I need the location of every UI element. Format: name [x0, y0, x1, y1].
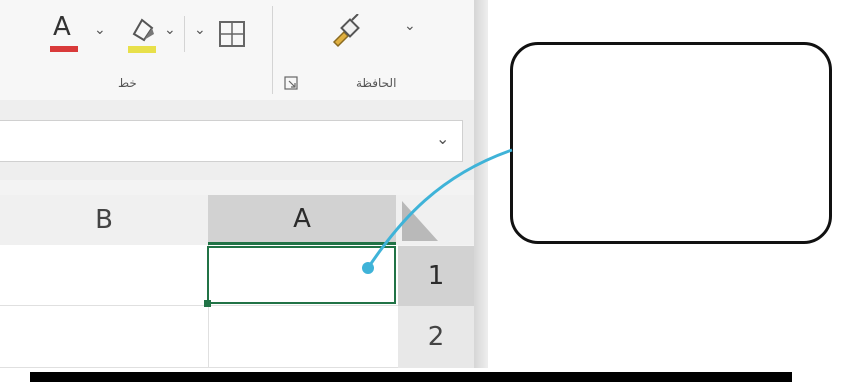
font-color-letter: A	[53, 12, 71, 42]
highlight-icon	[132, 18, 154, 42]
expand-formula-bar-icon[interactable]: ⌄	[436, 129, 449, 148]
column-header-b[interactable]: B	[0, 195, 208, 245]
highlight-swatch	[128, 46, 156, 53]
dialog-launcher-icon[interactable]	[284, 76, 298, 90]
window-edge	[474, 0, 488, 368]
bottom-rule	[30, 372, 792, 382]
border-icon[interactable]	[218, 20, 246, 48]
fill-handle[interactable]	[204, 300, 211, 307]
chevron-down-icon[interactable]: ⌄	[404, 18, 416, 34]
column-header-a[interactable]: A	[208, 195, 396, 245]
highlight-button[interactable]	[124, 14, 158, 56]
font-group-label: خط	[118, 76, 137, 90]
group-separator	[272, 6, 273, 94]
active-cell-a1[interactable]	[207, 246, 396, 304]
formula-area: ⌄	[0, 100, 474, 180]
row-header-2[interactable]: 2	[398, 306, 474, 368]
select-all-icon	[402, 201, 438, 241]
callout-box	[510, 42, 832, 244]
formula-bar[interactable]: ⌄	[0, 120, 463, 162]
font-color-swatch	[50, 46, 78, 52]
border-dropdown-icon[interactable]: ⌄	[194, 22, 206, 38]
ribbon: A ⌄ ⌄ ⌄ خط ⌄ الحافظة	[0, 0, 474, 100]
font-color-button[interactable]: A	[48, 12, 80, 56]
font-color-dropdown-icon[interactable]: ⌄	[94, 22, 106, 38]
paint-icon[interactable]	[328, 14, 364, 50]
grid-line	[0, 367, 398, 368]
grid-line	[0, 305, 398, 306]
row-header-1[interactable]: 1	[398, 246, 474, 306]
ribbon-separator	[184, 16, 185, 52]
excel-window: A ⌄ ⌄ ⌄ خط ⌄ الحافظة ⌄ B A 1 2	[0, 0, 488, 368]
highlight-dropdown-icon[interactable]: ⌄	[164, 22, 176, 38]
select-all-button[interactable]	[398, 195, 474, 245]
clipboard-group-label: الحافظة	[356, 76, 397, 90]
